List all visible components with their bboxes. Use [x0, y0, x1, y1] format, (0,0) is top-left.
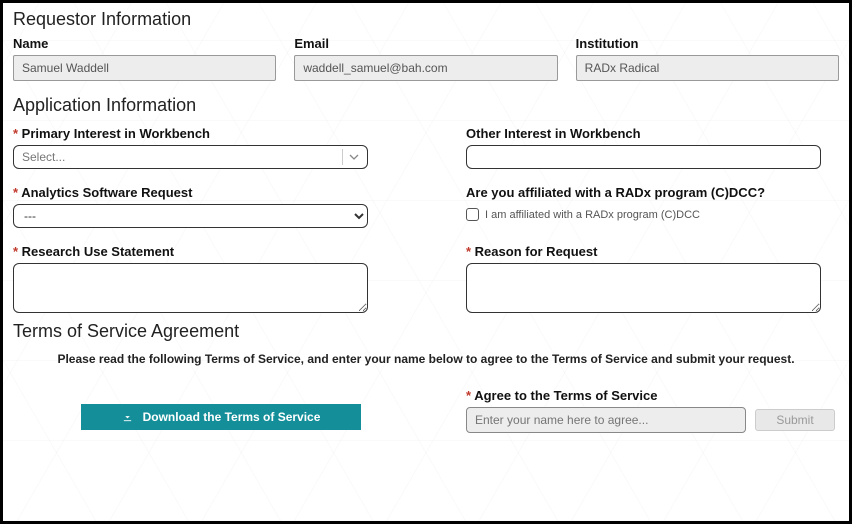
label-name: Name: [13, 36, 276, 51]
label-research-use: Research Use Statement: [13, 244, 386, 259]
chevron-down-icon: [349, 152, 359, 162]
submit-button[interactable]: Submit: [755, 409, 835, 431]
download-icon: [122, 412, 133, 423]
section-tos-title: Terms of Service Agreement: [13, 321, 839, 342]
email-field: [294, 55, 557, 81]
select-separator: [342, 149, 343, 165]
analytics-software-select[interactable]: ---: [13, 204, 368, 228]
name-field: [13, 55, 276, 81]
download-tos-label: Download the Terms of Service: [143, 410, 321, 424]
affiliation-checkbox[interactable]: [466, 208, 479, 221]
label-institution: Institution: [576, 36, 839, 51]
label-other-interest: Other Interest in Workbench: [466, 126, 839, 141]
section-application-title: Application Information: [13, 95, 839, 116]
affiliation-checkbox-label: I am affiliated with a RADx program (C)D…: [485, 209, 700, 221]
label-reason-request: Reason for Request: [466, 244, 839, 259]
label-email: Email: [294, 36, 557, 51]
label-primary-interest: Primary Interest in Workbench: [13, 126, 386, 141]
label-affiliation-question: Are you affiliated with a RADx program (…: [466, 185, 839, 200]
research-use-textarea[interactable]: [13, 263, 368, 313]
primary-interest-value: Select...: [22, 150, 65, 164]
other-interest-input[interactable]: [466, 145, 821, 169]
download-tos-button[interactable]: Download the Terms of Service: [81, 404, 361, 430]
section-requestor-title: Requestor Information: [13, 9, 839, 30]
label-agree-tos: Agree to the Terms of Service: [466, 388, 839, 403]
reason-request-textarea[interactable]: [466, 263, 821, 313]
tos-instruction: Please read the following Terms of Servi…: [13, 352, 839, 366]
institution-field: [576, 55, 839, 81]
agree-tos-input[interactable]: [466, 407, 746, 433]
primary-interest-select[interactable]: Select...: [13, 145, 368, 169]
label-analytics-request: Analytics Software Request: [13, 185, 386, 200]
